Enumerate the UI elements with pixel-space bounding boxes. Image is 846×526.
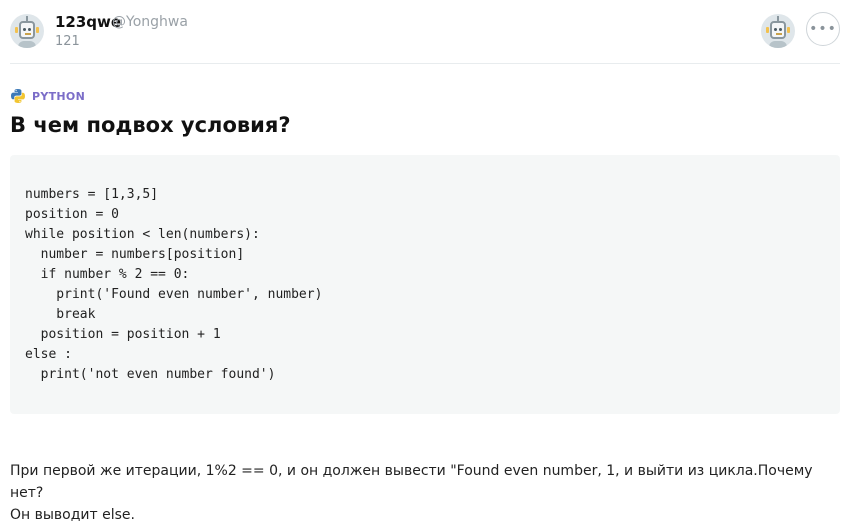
author-avatar[interactable] — [10, 14, 44, 48]
code-line: print('not even number found') — [25, 367, 276, 382]
question-body-line: Он выводит else. — [10, 507, 135, 523]
question-title: В чем подвох условия? — [10, 113, 291, 137]
code-line: else : — [25, 347, 72, 362]
question-body-line: При первой же итерации, 1%2 == 0, и он д… — [10, 463, 813, 501]
header-divider — [10, 63, 840, 64]
author-handle[interactable]: @Yonghwa — [112, 14, 188, 30]
python-icon — [11, 89, 25, 103]
code-line: position = 0 — [25, 207, 119, 222]
more-options-button[interactable]: ••• — [806, 12, 840, 46]
tag-label: PYTHON — [32, 89, 86, 103]
more-dots-icon: ••• — [809, 21, 837, 37]
code-line: if number % 2 == 0: — [25, 267, 190, 282]
code-line: print('Found even number', number) — [25, 287, 323, 302]
code-line: while position < len(numbers): — [25, 227, 260, 242]
question-body: При первой же итерации, 1%2 == 0, и он д… — [10, 460, 840, 526]
question-header: 123qwe @Yonghwa 121 ••• — [10, 12, 840, 52]
code-line: position = position + 1 — [25, 327, 221, 342]
code-line: break — [25, 307, 96, 322]
current-user-avatar[interactable] — [761, 14, 795, 48]
author-rating: 121 — [55, 34, 80, 49]
code-line: numbers = [1,3,5] — [25, 187, 159, 202]
code-line: number = numbers[position] — [25, 247, 245, 262]
tag-python[interactable]: PYTHON — [10, 87, 85, 105]
code-block: numbers = [1,3,5] position = 0 while pos… — [10, 155, 840, 414]
